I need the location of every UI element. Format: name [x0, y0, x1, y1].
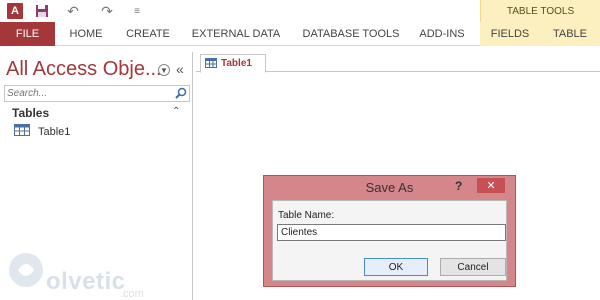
nav-group-tables[interactable]: Tables ⌃ — [4, 106, 190, 122]
redo-icon[interactable]: ↷ — [96, 2, 118, 20]
table-name-label: Table Name: — [278, 210, 335, 221]
nav-search-input[interactable] — [7, 87, 167, 100]
nav-search-box — [4, 85, 190, 102]
tab-fields[interactable]: FIELDS — [480, 22, 540, 46]
table-icon — [205, 55, 217, 73]
help-icon[interactable]: ? — [455, 179, 462, 193]
document-tab-label: Table1 — [221, 58, 252, 69]
watermark-text: olvetic — [46, 268, 126, 295]
tab-external-data[interactable]: EXTERNAL DATA — [185, 22, 287, 46]
tab-database-tools[interactable]: DATABASE TOOLS — [295, 22, 407, 46]
nav-pane-title[interactable]: All Access Obje... — [6, 58, 162, 81]
save-icon[interactable] — [34, 2, 50, 20]
tab-table[interactable]: TABLE — [540, 22, 600, 46]
tab-home[interactable]: HOME — [61, 22, 111, 46]
dialog-title-bar[interactable]: Save As ? ✕ — [264, 176, 515, 198]
tab-add-ins[interactable]: ADD-INS — [414, 22, 470, 46]
nav-group-label: Tables — [12, 106, 50, 120]
ribbon-tab-row: FILE HOME CREATE EXTERNAL DATA DATABASE … — [0, 22, 600, 46]
undo-icon[interactable]: ↶ — [62, 2, 84, 20]
table-tools-contextual-label: TABLE TOOLS — [480, 0, 600, 22]
close-icon[interactable]: ✕ — [477, 178, 505, 193]
tab-file[interactable]: FILE — [0, 22, 55, 46]
nav-pane-collapse-icon[interactable]: « — [176, 61, 184, 77]
document-tab-bar: Table1 — [196, 52, 600, 73]
nav-item-label: Table1 — [38, 126, 71, 138]
table-name-input[interactable] — [277, 224, 506, 241]
access-logo-letter: A — [7, 3, 23, 19]
table-icon — [14, 123, 30, 141]
access-window: A ↶ ↷ ≡ TABLE TOOLS FILE HOME CREATE EXT… — [0, 0, 600, 300]
customize-toolbar-icon[interactable]: ≡ — [132, 2, 142, 20]
document-tab-table1[interactable]: Table1 — [200, 54, 266, 73]
watermark-domain: .com — [120, 288, 144, 300]
tab-create[interactable]: CREATE — [119, 22, 177, 46]
dialog-body: Table Name: OK Cancel — [272, 200, 507, 281]
save-as-dialog: Save As ? ✕ Table Name: OK Cancel — [263, 175, 516, 287]
watermark-logo: olvetic .com — [6, 238, 156, 300]
ok-button[interactable]: OK — [364, 258, 428, 276]
nav-pane-menu-icon[interactable]: ▼ — [158, 64, 170, 76]
access-app-icon[interactable]: A — [6, 2, 24, 20]
search-icon[interactable] — [174, 87, 188, 100]
watermark-mark-icon — [9, 253, 43, 287]
collapse-group-icon[interactable]: ⌃ — [172, 106, 180, 117]
cancel-button[interactable]: Cancel — [440, 258, 506, 276]
nav-item-table1[interactable]: Table1 — [14, 124, 184, 140]
